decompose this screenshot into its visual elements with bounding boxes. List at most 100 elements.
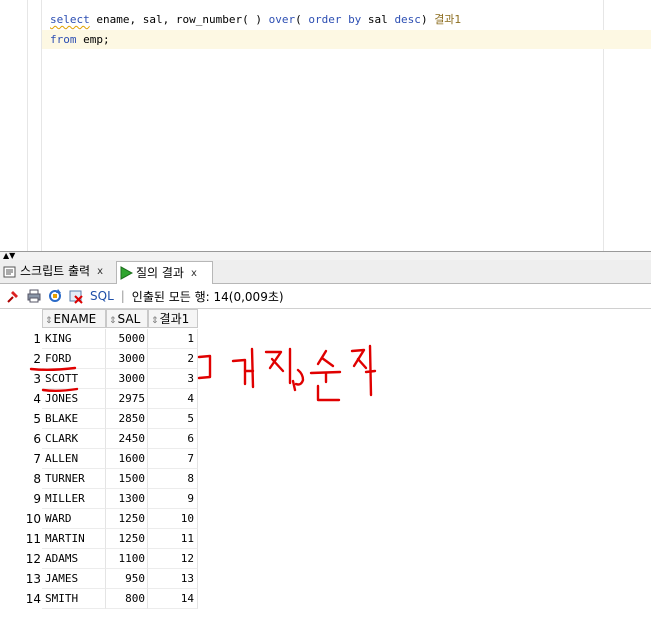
cell-result1[interactable]: 10 — [148, 509, 198, 529]
cell-ename[interactable]: MARTIN — [42, 529, 106, 549]
cell-sal[interactable]: 1250 — [106, 509, 148, 529]
keyword-desc: desc — [394, 13, 421, 26]
cell-ename[interactable]: TURNER — [42, 469, 106, 489]
column-header-sal[interactable]: ⇕SAL — [106, 309, 148, 328]
table-row[interactable]: 13 JAMES 950 13 — [0, 569, 198, 589]
cell-sal[interactable]: 3000 — [106, 349, 148, 369]
splitter-arrows-icon[interactable]: ▲▼ — [3, 252, 15, 260]
table-row[interactable]: 8 TURNER 1500 8 — [0, 469, 198, 489]
cell-result1[interactable]: 11 — [148, 529, 198, 549]
cell-ename[interactable]: JONES — [42, 389, 106, 409]
cell-result1[interactable]: 8 — [148, 469, 198, 489]
print-icon[interactable] — [26, 288, 42, 304]
cell-result1[interactable]: 4 — [148, 389, 198, 409]
cell-sal[interactable]: 1100 — [106, 549, 148, 569]
cell-ename[interactable]: WARD — [42, 509, 106, 529]
cell-ename[interactable]: FORD — [42, 349, 106, 369]
fetch-status: 인출된 모든 행: 14(0,009초) — [131, 289, 284, 304]
row-number: 3 — [33, 372, 41, 386]
cell-result1[interactable]: 7 — [148, 449, 198, 469]
tab-query-result[interactable]: 질의 결과 x — [116, 261, 213, 284]
cancel-icon[interactable] — [68, 288, 84, 304]
code-line-1[interactable]: select ename, sal, row_number( ) over( o… — [50, 10, 461, 29]
cell-ename[interactable]: JAMES — [42, 569, 106, 589]
cell-sal[interactable]: 2850 — [106, 409, 148, 429]
cell-ename[interactable]: CLARK — [42, 429, 106, 449]
handwriting-stroke — [316, 349, 335, 368]
code-text: ( — [295, 13, 309, 26]
table-row[interactable]: 14 SMITH 800 14 — [0, 589, 198, 609]
handwriting-stroke — [197, 354, 212, 380]
table-row[interactable]: 11 MARTIN 1250 11 — [0, 529, 198, 549]
refresh-icon[interactable] — [47, 288, 63, 304]
cell-result1[interactable]: 13 — [148, 569, 198, 589]
cell-ename[interactable]: SCOTT — [42, 369, 106, 389]
close-icon[interactable]: x — [191, 263, 197, 284]
row-number: 11 — [25, 532, 41, 546]
cell-result1[interactable]: 6 — [148, 429, 198, 449]
cell-result1[interactable]: 2 — [148, 349, 198, 369]
keyword-order-by: order by — [308, 13, 362, 26]
cell-result1[interactable]: 12 — [148, 549, 198, 569]
table-row[interactable]: 4 JONES 2975 4 — [0, 389, 198, 409]
tab-query-result-label: 질의 결과 — [136, 265, 184, 280]
current-line-highlight — [42, 30, 651, 49]
table-row[interactable]: 5 BLAKE 2850 5 — [0, 409, 198, 429]
close-icon[interactable]: x — [97, 261, 103, 282]
cell-ename[interactable]: ADAMS — [42, 549, 106, 569]
table-row[interactable]: 6 CLARK 2450 6 — [0, 429, 198, 449]
cell-sal[interactable]: 800 — [106, 589, 148, 609]
result-toolbar: SQL | 인출된 모든 행: 14(0,009초) — [0, 284, 651, 309]
pin-icon[interactable] — [5, 288, 21, 304]
keyword-select: select — [50, 13, 90, 26]
cell-ename[interactable]: BLAKE — [42, 409, 106, 429]
row-number: 1 — [33, 332, 41, 346]
cell-ename[interactable]: ALLEN — [42, 449, 106, 469]
column-header-result1[interactable]: ⇕결과1 — [148, 309, 198, 328]
cell-ename[interactable]: SMITH — [42, 589, 106, 609]
row-number: 7 — [33, 452, 41, 466]
code-line-2[interactable]: from emp; — [50, 30, 110, 49]
cell-sal[interactable]: 2450 — [106, 429, 148, 449]
cell-result1[interactable]: 3 — [148, 369, 198, 389]
cell-sal[interactable]: 1500 — [106, 469, 148, 489]
function-name: row_number — [175, 13, 243, 26]
cell-sal[interactable]: 5000 — [106, 329, 148, 349]
cell-ename[interactable]: KING — [42, 329, 106, 349]
toolbar-separator: | — [120, 289, 125, 303]
handwriting-stroke — [368, 344, 373, 397]
row-number: 5 — [33, 412, 41, 426]
tab-script-output[interactable]: 스크립트 출력 x — [1, 261, 114, 282]
code-text: sal — [361, 13, 395, 26]
handwriting-stroke — [316, 384, 341, 402]
column-header-ename[interactable]: ⇕ENAME — [42, 309, 106, 328]
cell-result1[interactable]: 1 — [148, 329, 198, 349]
sql-button[interactable]: SQL — [90, 289, 114, 303]
sort-icon: ⇕ — [45, 316, 53, 326]
keyword-over: over — [268, 13, 296, 26]
sql-editor[interactable]: select ename, sal, row_number( ) over( o… — [0, 0, 651, 251]
cell-sal[interactable]: 1300 — [106, 489, 148, 509]
table-row[interactable]: 1 KING 5000 1 — [0, 329, 198, 349]
row-number: 6 — [33, 432, 41, 446]
table-row[interactable]: 7 ALLEN 1600 7 — [0, 449, 198, 469]
row-number: 9 — [33, 492, 41, 506]
cell-sal[interactable]: 1600 — [106, 449, 148, 469]
cell-sal[interactable]: 2975 — [106, 389, 148, 409]
cell-sal[interactable]: 3000 — [106, 369, 148, 389]
cell-ename[interactable]: MILLER — [42, 489, 106, 509]
cell-result1[interactable]: 9 — [148, 489, 198, 509]
code-text: emp; — [76, 33, 110, 46]
table-row[interactable]: 9 MILLER 1300 9 — [0, 489, 198, 509]
cell-result1[interactable]: 5 — [148, 409, 198, 429]
handwriting-stroke — [309, 370, 342, 375]
table-row[interactable]: 3 SCOTT 3000 3 — [0, 369, 198, 389]
table-row[interactable]: 2 FORD 3000 2 — [0, 349, 198, 369]
run-arrow-icon — [119, 266, 134, 280]
cell-sal[interactable]: 950 — [106, 569, 148, 589]
cell-sal[interactable]: 1250 — [106, 529, 148, 549]
cell-result1[interactable]: 14 — [148, 589, 198, 609]
handwriting-stroke — [270, 357, 285, 373]
table-row[interactable]: 10 WARD 1250 10 — [0, 509, 198, 529]
table-row[interactable]: 12 ADAMS 1100 12 — [0, 549, 198, 569]
